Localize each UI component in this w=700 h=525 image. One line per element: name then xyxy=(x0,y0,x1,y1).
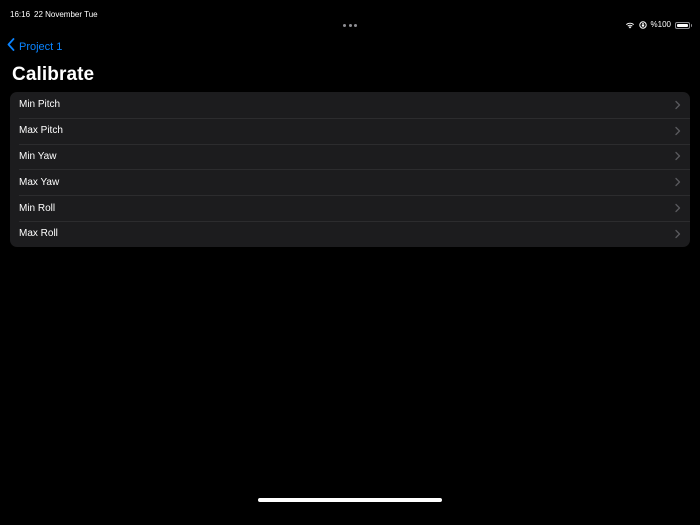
chevron-right-icon xyxy=(675,178,681,187)
home-indicator[interactable] xyxy=(258,498,442,502)
list-item[interactable]: Max Pitch xyxy=(10,117,690,144)
back-button-label: Project 1 xyxy=(19,41,63,53)
battery-icon xyxy=(675,21,692,29)
status-time: 16:16 xyxy=(10,10,31,19)
list-item[interactable]: Min Roll xyxy=(10,195,690,221)
list-item-label: Max Roll xyxy=(19,228,58,240)
list-item[interactable]: Max Yaw xyxy=(10,169,690,195)
page-title: Calibrate xyxy=(12,64,95,85)
list-item[interactable]: Max Roll xyxy=(10,220,690,247)
chevron-left-icon xyxy=(7,38,15,56)
chevron-right-icon xyxy=(675,152,681,161)
status-indicators: %100 xyxy=(625,19,692,31)
list-item[interactable]: Min Yaw xyxy=(10,143,690,170)
chevron-right-icon xyxy=(675,100,681,110)
calibrate-list: Min Pitch Max Pitch Min Yaw Max Yaw Min Roll… xyxy=(10,92,690,247)
multitasking-dots-icon[interactable] xyxy=(343,24,357,27)
status-bar: 16:16 22 November Tue %100 xyxy=(0,0,700,29)
chevron-right-icon xyxy=(675,126,681,135)
chevron-right-icon xyxy=(675,203,681,213)
screen: 16:16 22 November Tue %100 Project 1 Cal… xyxy=(0,0,700,525)
battery-percentage: %100 xyxy=(650,20,671,29)
list-item-label: Min Roll xyxy=(19,202,56,214)
list-item-label: Max Yaw xyxy=(19,176,60,188)
chevron-right-icon xyxy=(675,229,681,239)
list-item-label: Min Pitch xyxy=(19,99,61,111)
list-item[interactable]: Min Pitch xyxy=(10,92,690,118)
status-date: 22 November Tue xyxy=(34,10,98,19)
back-button[interactable]: Project 1 xyxy=(7,38,63,56)
orientation-lock-icon xyxy=(638,21,647,29)
list-item-label: Max Pitch xyxy=(19,125,63,137)
list-item-label: Min Yaw xyxy=(19,150,57,162)
wifi-icon xyxy=(625,21,635,29)
